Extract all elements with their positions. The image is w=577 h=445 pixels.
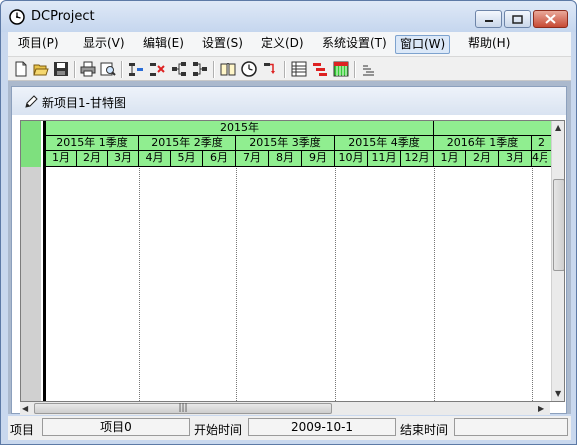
month-cell: 11月	[368, 151, 401, 167]
status-project-value: 项目0	[42, 418, 190, 436]
table-icon[interactable]	[291, 61, 307, 77]
mdi-client-area: 新项目1-甘特图 2015年 2015年 1季度 2015年 2季度 2015年…	[8, 81, 571, 415]
gantt-child-window: 新项目1-甘特图 2015年 2015年 1季度 2015年 2季度 2015年…	[11, 86, 567, 415]
month-cell: 12月	[401, 151, 434, 167]
print-icon[interactable]	[80, 61, 96, 77]
maximize-icon	[512, 14, 523, 24]
menu-bar: 项目(P) 显示(V) 编辑(E) 设置(S) 定义(D) 系统设置(T) 窗口…	[8, 32, 571, 56]
toolbar-separator	[284, 61, 286, 78]
status-bar: 项目 项目0 开始时间 2009-10-1 结束时间	[8, 416, 571, 440]
status-start-value: 2009-10-1	[248, 418, 396, 436]
menu-project[interactable]: 项目(P)	[14, 35, 63, 54]
status-end-value	[454, 418, 568, 436]
quarter-cell: 2015年 2季度	[139, 136, 236, 151]
scroll-down-icon[interactable]: ▼	[555, 389, 561, 398]
insert-task-icon[interactable]	[128, 61, 144, 77]
month-cell: 2月	[466, 151, 499, 167]
minimize-button[interactable]	[475, 10, 502, 28]
quarter-cell: 2	[538, 136, 545, 149]
minimize-icon	[484, 20, 493, 22]
month-cell: 3月	[108, 151, 139, 167]
horizontal-scrollbar[interactable]: ◀ ||| ▶	[20, 402, 550, 415]
menu-view[interactable]: 显示(V)	[79, 35, 129, 54]
month-cell: 4月	[532, 151, 547, 164]
gantt-chart[interactable]: 2015年 2015年 1季度 2015年 2季度 2015年 3季度 2015…	[20, 120, 565, 402]
indent-icon[interactable]	[360, 61, 376, 77]
quarter-grid-line	[139, 168, 140, 401]
quarter-cell: 2015年 1季度	[46, 136, 139, 151]
year-header-row: 2015年	[46, 121, 551, 136]
month-cell: 6月	[203, 151, 236, 167]
month-cell: 9月	[302, 151, 335, 167]
month-cell: 1月	[434, 151, 466, 167]
print-preview-icon[interactable]	[100, 61, 116, 77]
clock-icon[interactable]	[241, 61, 257, 77]
horizontal-scroll-thumb[interactable]: |||	[34, 403, 332, 414]
row-header-corner	[21, 121, 41, 167]
quarter-grid-line	[434, 168, 435, 401]
delete-task-icon[interactable]	[149, 61, 165, 77]
month-cell: 10月	[335, 151, 368, 167]
month-header-row: 1月2月3月4月5月6月7月8月9月10月11月12月1月2月3月4月	[46, 151, 551, 167]
quarter-grid-line	[532, 168, 533, 401]
gantt-bars-icon[interactable]	[312, 61, 328, 77]
quarter-header-row: 2015年 1季度 2015年 2季度 2015年 3季度 2015年 4季度 …	[46, 136, 551, 151]
month-cell: 8月	[269, 151, 302, 167]
quarter-cell: 2015年 4季度	[335, 136, 434, 151]
new-icon[interactable]	[13, 61, 29, 77]
window-title: DCProject	[31, 9, 95, 24]
save-icon[interactable]	[53, 61, 69, 77]
resource-icon[interactable]	[333, 61, 349, 77]
title-bar[interactable]: DCProject	[1, 1, 576, 32]
scroll-up-icon[interactable]: ▲	[555, 123, 561, 132]
status-end-label: 结束时间	[400, 423, 449, 437]
child-window-title: 新项目1-甘特图	[42, 96, 126, 110]
link-task-icon[interactable]	[171, 61, 187, 77]
toolbar-separator	[213, 61, 215, 78]
app-clock-icon	[9, 9, 25, 25]
quarter-cell: 2016年 1季度	[434, 136, 532, 151]
close-button[interactable]	[533, 10, 568, 28]
month-cell: 7月	[236, 151, 269, 167]
menu-help[interactable]: 帮助(H)	[464, 35, 514, 54]
dependency-icon[interactable]	[263, 61, 279, 77]
quarter-cell: 2015年 3季度	[236, 136, 335, 151]
status-start-label: 开始时间	[194, 423, 243, 437]
child-title-bar[interactable]: 新项目1-甘特图	[12, 87, 566, 115]
toolbar-separator	[121, 61, 123, 78]
vertical-scrollbar[interactable]: ▲ ▼	[551, 121, 564, 401]
month-cell: 1月	[46, 151, 77, 167]
month-cell: 4月	[139, 151, 171, 167]
month-cell: 5月	[171, 151, 203, 167]
menu-edit[interactable]: 编辑(E)	[139, 35, 188, 54]
menu-settings[interactable]: 设置(S)	[198, 35, 247, 54]
maximize-button[interactable]	[504, 10, 531, 28]
unlink-task-icon[interactable]	[192, 61, 208, 77]
toolbar-separator	[74, 61, 76, 78]
scroll-left-icon[interactable]: ◀	[22, 404, 28, 413]
menu-system-settings[interactable]: 系统设置(T)	[318, 35, 391, 54]
menu-define[interactable]: 定义(D)	[257, 35, 308, 54]
vertical-scroll-thumb[interactable]	[553, 179, 564, 271]
open-icon[interactable]	[33, 61, 49, 77]
close-icon	[545, 14, 556, 24]
year-cell	[434, 121, 551, 136]
app-window: DCProject 项目(P) 显示(V) 编辑(E) 设置(S) 定义(D) …	[0, 0, 577, 445]
pencil-icon	[25, 95, 38, 108]
month-cell: 3月	[499, 151, 532, 167]
quarter-grid-line	[335, 168, 336, 401]
year-cell: 2015年	[46, 121, 434, 136]
calendar-icon[interactable]	[220, 61, 236, 77]
month-cell: 2月	[77, 151, 108, 167]
menu-window[interactable]: 窗口(W)	[395, 35, 451, 54]
status-project-label: 项目	[10, 423, 35, 437]
quarter-grid-line	[236, 168, 237, 401]
scroll-right-icon[interactable]: ▶	[538, 404, 544, 413]
toolbar-separator	[354, 61, 356, 78]
toolbar	[8, 56, 571, 81]
